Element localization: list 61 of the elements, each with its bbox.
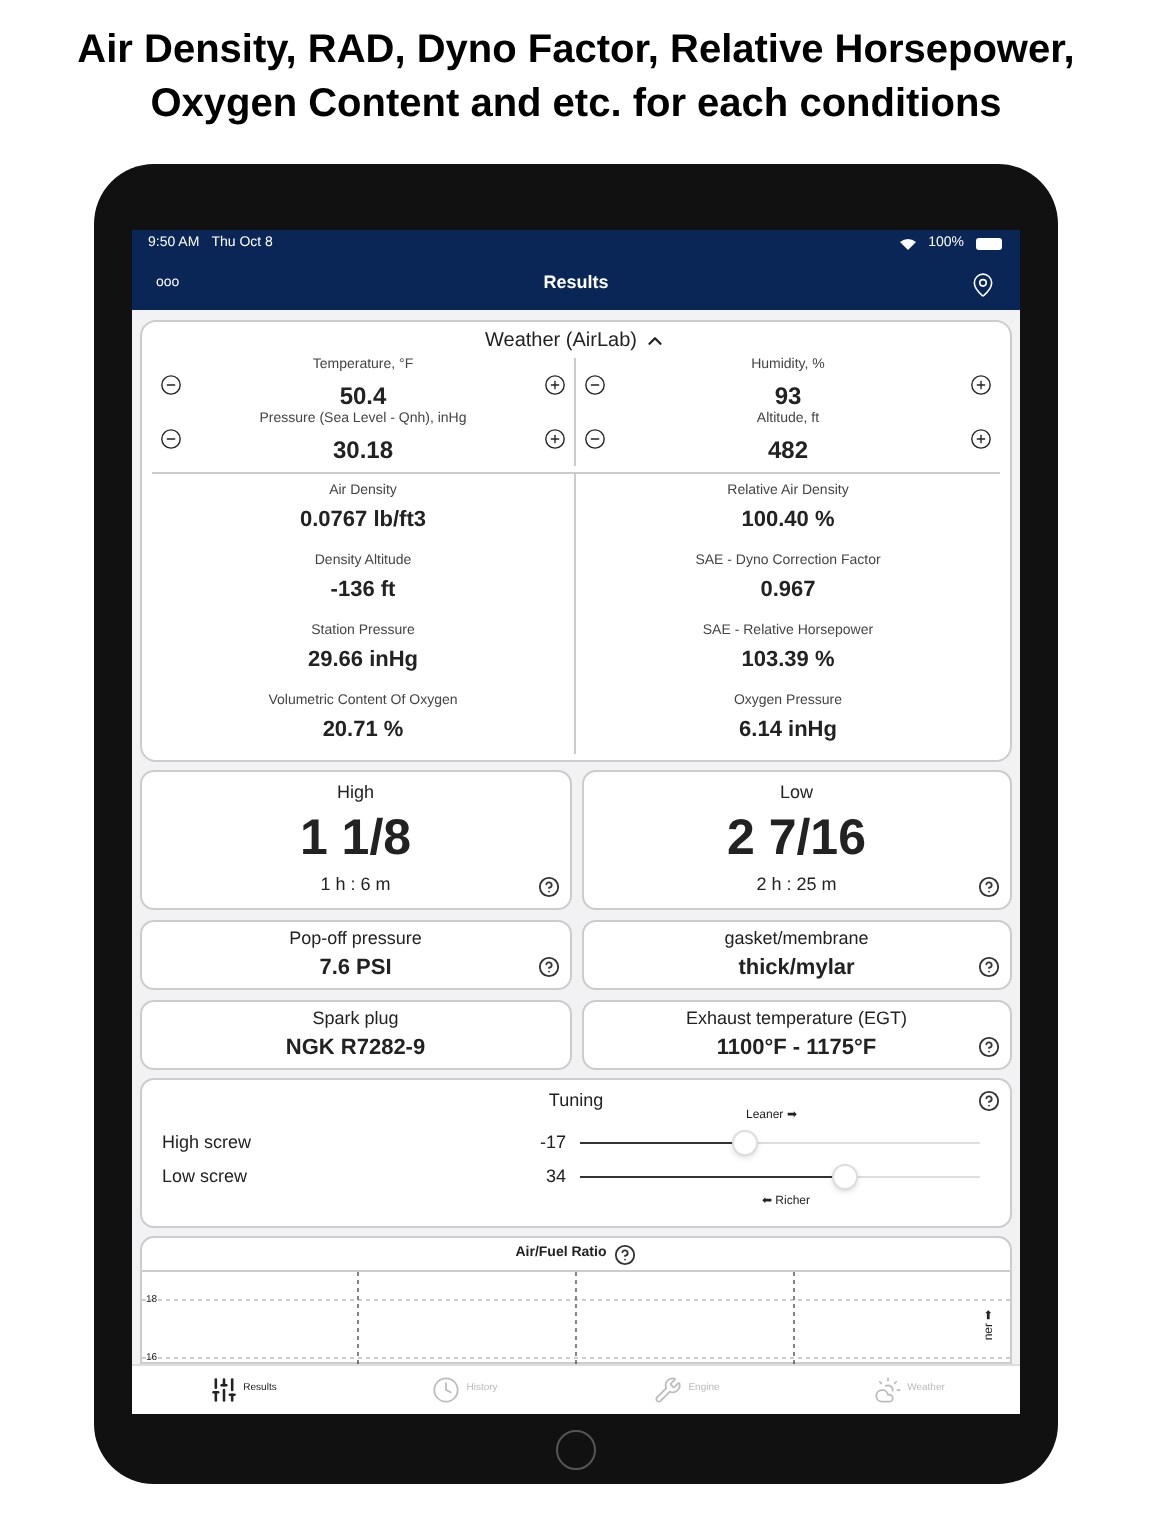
slider[interactable] [574,1128,986,1158]
jet-value: 1 1/8 [299,807,412,867]
decrease-button[interactable] [160,428,182,450]
screen-title: Results [541,270,611,297]
jet-label: Low [779,780,813,806]
screw-label: Low screw [162,1163,250,1190]
help-icon[interactable] [978,956,1000,978]
help-icon[interactable] [978,1090,1000,1112]
spec-label: Exhaust temperature (EGT) [685,1005,908,1032]
jet-value: 2 7/16 [726,807,866,867]
screw-reading: 34 [543,1163,568,1190]
input-value[interactable]: 50.4 [339,377,387,414]
jet-label: High [336,780,374,806]
increase-button[interactable] [970,428,992,450]
weather-title: Weather (AirLab) [485,327,637,355]
help-icon[interactable] [614,1243,637,1265]
help-icon[interactable] [537,876,559,898]
slider[interactable] [574,1162,986,1192]
screw-label: High screw [162,1129,254,1156]
result-value: 100.40 % [741,505,835,535]
slider-thumb[interactable] [732,1130,758,1156]
tuning-title: Tuning [548,1090,604,1110]
input-value[interactable]: 482 [767,431,809,468]
jet-time: 1 h : 6 m [320,871,391,897]
spec-label: Spark plug [312,1005,399,1032]
decrease-button[interactable] [160,374,182,396]
spec-value: 7.6 PSI [319,954,392,984]
help-icon[interactable] [978,1036,1000,1058]
input-value[interactable]: 93 [774,377,802,414]
result-value: 0.967 [760,575,816,605]
help-icon[interactable] [978,876,1000,898]
result-value: 0.0767 lb/ft3 [300,505,426,535]
result-value: 20.71 % [322,715,404,745]
input-value[interactable]: 30.18 [332,431,394,468]
increase-button[interactable] [544,428,566,450]
decrease-button[interactable] [584,428,606,450]
results-tab-icon [209,1376,238,1404]
weather-tab-icon [873,1376,902,1404]
headline: Air Density, RAD, Dyno Factor, Relative Horsepower, Oxygen Content and etc. for each conditions [75,26,1077,130]
result-value: 103.39 % [741,645,835,675]
screw-reading: -17 [537,1129,568,1156]
result-value: 29.66 inHg [307,645,419,675]
spec-value: NGK R7282-9 [285,1034,426,1064]
result-value: 6.14 inHg [739,715,837,745]
increase-button[interactable] [970,374,992,396]
home-button[interactable] [556,1430,596,1470]
decrease-button[interactable] [584,374,606,396]
battery-icon [976,238,1004,250]
result-value: -136 ft [330,575,396,605]
spec-label: Pop-off pressure [289,925,422,952]
help-icon[interactable] [537,956,559,978]
spec-label: gasket/membrane [724,925,869,952]
spec-value: 1100°F - 1175°F [716,1034,877,1064]
slider-thumb[interactable] [832,1164,858,1190]
wifi-icon [900,238,917,250]
spec-value: thick/mylar [738,954,855,984]
engine-tab-icon [654,1376,683,1404]
history-tab-icon [432,1376,461,1404]
jet-time: 2 h : 25 m [756,871,837,897]
increase-button[interactable] [544,374,566,396]
location-icon[interactable] [970,271,996,297]
